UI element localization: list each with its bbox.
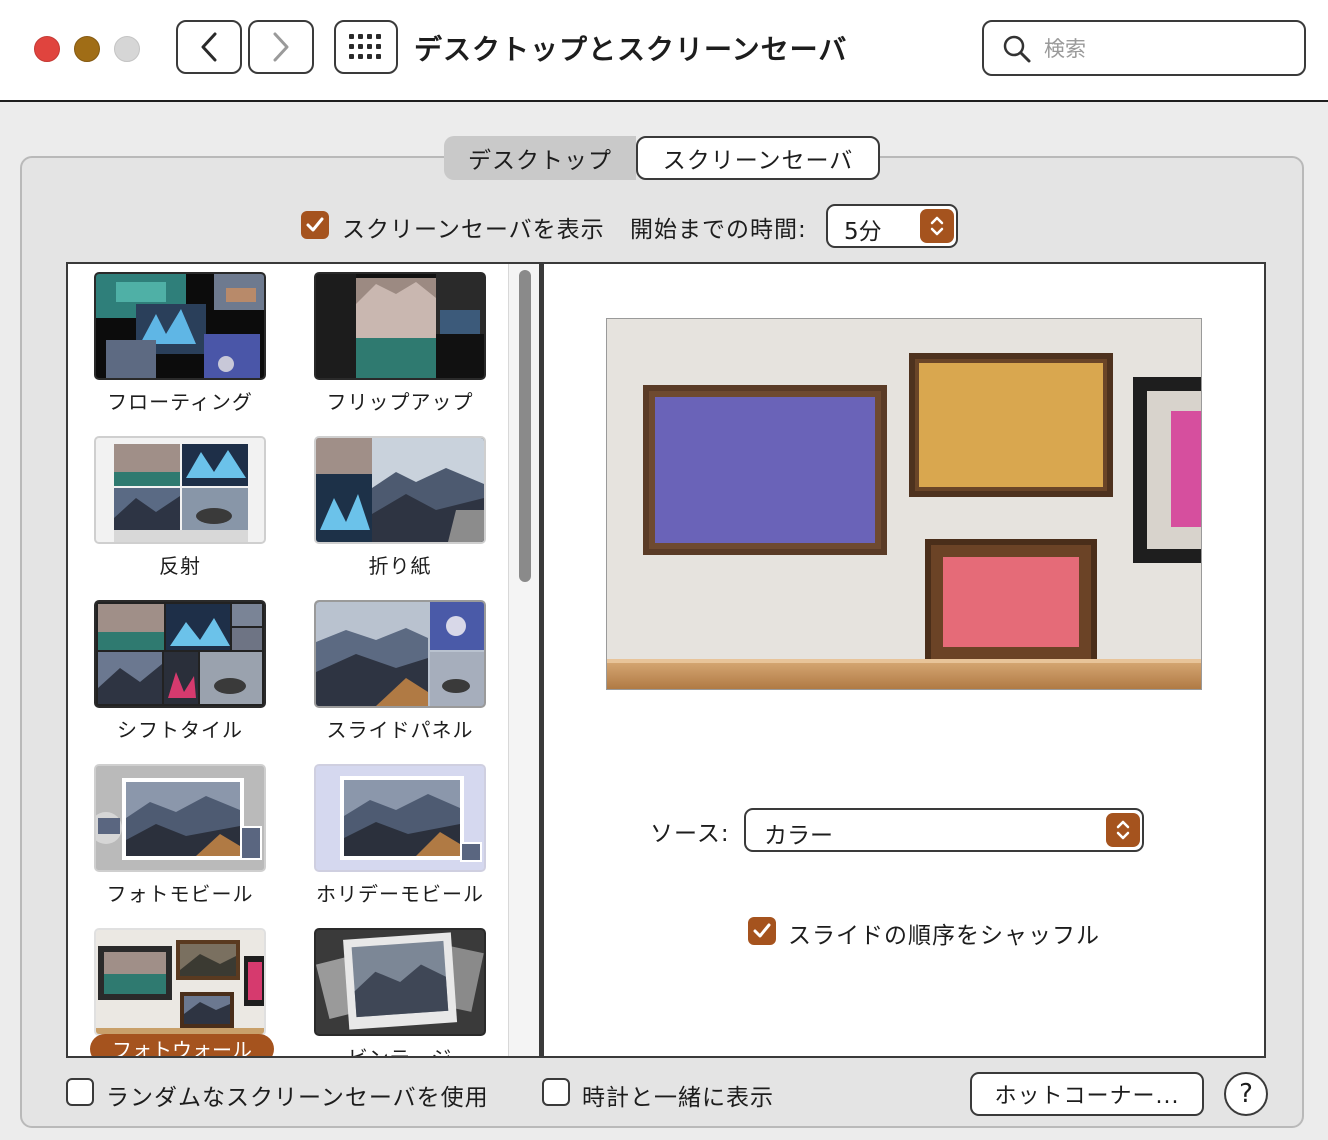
- screensaver-label: ホリデーモビール: [316, 882, 484, 906]
- screensaver-list[interactable]: フローティング フリップアップ 反射 折り紙 シフトタイル スライドパネル フォ…: [66, 262, 540, 1058]
- window-title: デスクトップとスクリーンセーバ: [414, 33, 848, 66]
- screensaver-thumbnail: [314, 764, 486, 872]
- tab-screensaver[interactable]: スクリーンセーバ: [636, 136, 880, 180]
- screensaver-label: スライドパネル: [326, 718, 474, 742]
- show-clock-label: 時計と一緒に表示: [582, 1085, 774, 1111]
- tab-bar: デスクトップ スクリーンセーバ: [444, 136, 880, 180]
- screensaver-thumbnail: [94, 436, 266, 544]
- screensaver-label: フリップアップ: [326, 390, 474, 414]
- screensaver-label: フォトモビール: [106, 882, 254, 906]
- screensaver-item-shifting-tiles[interactable]: シフトタイル: [78, 600, 288, 750]
- screensaver-item-origami[interactable]: 折り紙: [298, 436, 508, 586]
- source-select[interactable]: カラー: [744, 808, 1144, 852]
- checkmark-icon: [753, 923, 771, 938]
- minimize-window-button[interactable]: [74, 36, 100, 62]
- screensaver-preview: [606, 318, 1202, 690]
- chevron-left-icon: [201, 32, 217, 62]
- screensaver-item-sliding-panels[interactable]: スライドパネル: [298, 600, 508, 750]
- screensaver-item-photo-mobile[interactable]: フォトモビール: [78, 764, 288, 914]
- start-time-stepper[interactable]: [920, 209, 954, 243]
- show-all-button[interactable]: [334, 20, 398, 74]
- screensaver-thumbnail: [94, 600, 266, 708]
- screensaver-thumbnail: [94, 928, 266, 1036]
- search-field[interactable]: [982, 20, 1306, 76]
- screensaver-label: シフトタイル: [117, 718, 243, 742]
- search-input[interactable]: [1042, 32, 1286, 66]
- back-button[interactable]: [176, 20, 242, 74]
- screensaver-thumbnail: [94, 764, 266, 872]
- random-screensaver-checkbox[interactable]: [66, 1078, 94, 1106]
- forward-button[interactable]: [248, 20, 314, 74]
- preview-frame-pink: [943, 557, 1079, 647]
- preview-frame-magenta: [1171, 411, 1201, 527]
- start-time-value: 5分: [844, 219, 882, 245]
- shuffle-checkbox[interactable]: [748, 917, 776, 945]
- start-time-label: 開始までの時間:: [630, 217, 807, 243]
- screensaver-label: 反射: [159, 554, 201, 578]
- zoom-window-button[interactable]: [114, 36, 140, 62]
- shuffle-label: スライドの順序をシャッフル: [788, 923, 1100, 949]
- screensaver-item-reflection[interactable]: 反射: [78, 436, 288, 586]
- screensaver-thumbnail: [94, 272, 266, 380]
- start-time-select[interactable]: 5分: [826, 204, 958, 248]
- screensaver-label: 折り紙: [368, 554, 432, 578]
- screensaver-item-flip-up[interactable]: フリップアップ: [298, 272, 508, 422]
- selected-screensaver-label: フォトウォール: [90, 1034, 274, 1056]
- show-screensaver-checkbox[interactable]: [301, 211, 329, 239]
- screensaver-thumbnail: [314, 272, 486, 380]
- show-clock-checkbox[interactable]: [542, 1078, 570, 1106]
- up-down-chevron-icon: [1116, 820, 1130, 840]
- scrollbar-thumb[interactable]: [519, 270, 531, 582]
- up-down-chevron-icon: [930, 216, 944, 236]
- close-window-button[interactable]: [34, 36, 60, 62]
- title-bar: デスクトップとスクリーンセーバ: [0, 0, 1328, 102]
- tab-desktop[interactable]: デスクトップ: [444, 136, 636, 180]
- show-screensaver-label: スクリーンセーバを表示: [342, 217, 605, 243]
- preview-frame-purple: [655, 397, 875, 543]
- screensaver-thumbnail: [314, 600, 486, 708]
- screensaver-item-vintage[interactable]: ビンテージ: [298, 928, 508, 1058]
- screensaver-thumbnail: [314, 928, 486, 1036]
- checkmark-icon: [306, 217, 324, 232]
- preview-frame-yellow: [919, 363, 1103, 487]
- source-label: ソース:: [650, 821, 730, 847]
- hot-corners-button[interactable]: ホットコーナー...: [970, 1072, 1204, 1116]
- search-icon: [1003, 35, 1031, 63]
- screensaver-item-holiday-mobile[interactable]: ホリデーモビール: [298, 764, 508, 914]
- screensaver-thumbnail: [314, 436, 486, 544]
- random-screensaver-label: ランダムなスクリーンセーバを使用: [106, 1085, 489, 1111]
- grid-icon: [349, 34, 381, 59]
- screensaver-item-floating[interactable]: フローティング: [78, 272, 288, 422]
- screensaver-label: フローティング: [107, 390, 253, 414]
- help-button[interactable]: ?: [1224, 1072, 1268, 1116]
- source-stepper[interactable]: [1106, 813, 1140, 847]
- screensaver-label: ビンテージ: [347, 1046, 453, 1058]
- chevron-right-icon: [273, 32, 289, 62]
- list-scrollbar[interactable]: [508, 264, 539, 1056]
- source-value: カラー: [764, 823, 833, 849]
